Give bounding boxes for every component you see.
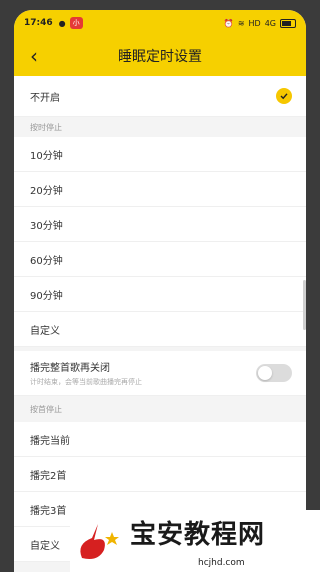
alarm-icon: ⏰ bbox=[223, 18, 234, 28]
status-time: 17:46 bbox=[24, 18, 53, 28]
back-button[interactable]: ‹ bbox=[14, 36, 54, 76]
option-off-label: 不开启 bbox=[30, 92, 60, 104]
wifi-icon: ≋ bbox=[237, 18, 245, 28]
time-option-label: 60分钟 bbox=[30, 255, 63, 267]
toggle-knob bbox=[258, 366, 272, 380]
status-bar: 17:46 ● 小 ⏰ ≋ HD 4G bbox=[14, 10, 306, 36]
song-option-label: 播完2首 bbox=[30, 470, 67, 482]
top-navbar: ‹ 睡眠定时设置 bbox=[14, 36, 306, 76]
time-option-60[interactable]: 60分钟 bbox=[14, 242, 306, 277]
section-by-time: 按时停止 bbox=[14, 117, 306, 137]
scrollbar[interactable] bbox=[303, 280, 306, 330]
time-option-label: 90分钟 bbox=[30, 290, 63, 302]
status-right-indicators: ⏰ ≋ HD 4G bbox=[223, 18, 296, 28]
time-option-30[interactable]: 30分钟 bbox=[14, 207, 306, 242]
notification-badge: 小 bbox=[69, 17, 83, 29]
phone-screen: 17:46 ● 小 ⏰ ≋ HD 4G ‹ 睡眠定时设置 不开启 按时停止 10… bbox=[14, 10, 306, 572]
time-option-label: 20分钟 bbox=[30, 185, 63, 197]
time-option-label: 10分钟 bbox=[30, 150, 63, 162]
watermark-text: 宝安教程网 bbox=[126, 522, 265, 548]
song-option-2[interactable]: 播完2首 bbox=[14, 457, 306, 492]
time-option-20[interactable]: 20分钟 bbox=[14, 172, 306, 207]
time-option-90[interactable]: 90分钟 bbox=[14, 277, 306, 312]
page-title: 睡眠定时设置 bbox=[118, 49, 202, 65]
song-option-current[interactable]: 播完当前 bbox=[14, 422, 306, 457]
finish-song-toggle[interactable] bbox=[256, 364, 292, 382]
song-option-label: 自定义 bbox=[30, 540, 60, 552]
time-option-custom[interactable]: 自定义 bbox=[14, 312, 306, 347]
song-option-label: 播完当前 bbox=[30, 435, 70, 447]
battery-icon bbox=[280, 18, 296, 28]
watermark: 宝安教程网 hcjhd.com bbox=[70, 510, 320, 572]
watermark-cn: 宝安教程网 bbox=[130, 520, 266, 550]
finish-song-desc: 计时结束，会等当前歌曲播完再停止 bbox=[30, 378, 142, 386]
time-option-label: 自定义 bbox=[30, 325, 60, 337]
app-notification-icon: ● bbox=[58, 18, 66, 28]
time-option-label: 30分钟 bbox=[30, 220, 63, 232]
section-by-song: 按首停止 bbox=[14, 396, 306, 422]
finish-song-title: 播完整首歌再关闭 bbox=[30, 363, 110, 374]
song-option-label: 播完3首 bbox=[30, 505, 67, 517]
watermark-en: hcjhd.com bbox=[198, 558, 245, 568]
time-option-10[interactable]: 10分钟 bbox=[14, 137, 306, 172]
option-off[interactable]: 不开启 bbox=[14, 76, 306, 117]
watermark-logo-icon bbox=[72, 514, 126, 568]
finish-song-toggle-row: 播完整首歌再关闭 计时结束，会等当前歌曲播完再停止 bbox=[14, 351, 306, 396]
network-label: 4G bbox=[264, 18, 276, 28]
checkmark-icon bbox=[276, 88, 292, 104]
hd-label: HD bbox=[248, 18, 261, 28]
back-arrow-icon: ‹ bbox=[30, 44, 38, 68]
